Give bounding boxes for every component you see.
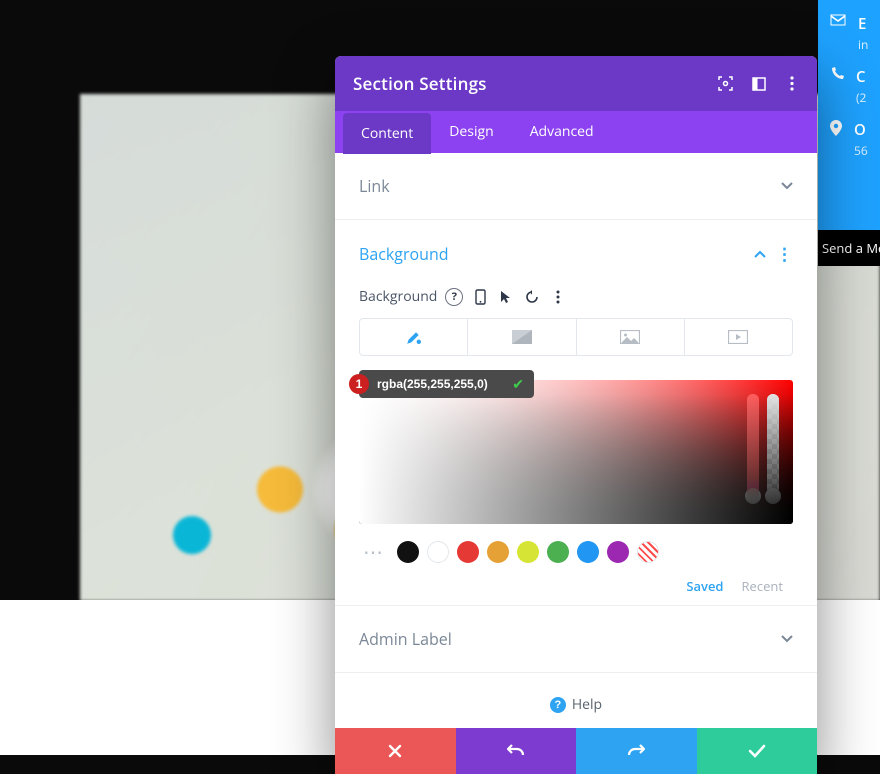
accordion-background: Background ⋮ Background ? — [335, 220, 817, 606]
swatch-transparent[interactable] — [637, 541, 659, 563]
swatch[interactable] — [487, 541, 509, 563]
accordion-admin-label: Admin Label — [335, 606, 817, 673]
cancel-button[interactable] — [335, 728, 456, 774]
accordion-link: Link — [335, 153, 817, 220]
swatch[interactable] — [517, 541, 539, 563]
mini-kebab-icon[interactable] — [549, 288, 567, 306]
accordion-background-header[interactable]: Background ⋮ — [335, 220, 817, 287]
link-title: Link — [359, 175, 390, 197]
color-value-text[interactable]: rgba(255,255,255,0) — [377, 377, 488, 391]
contact-call[interactable]: C (2 — [818, 53, 880, 106]
help-icon: ? — [550, 697, 566, 713]
admin-title: Admin Label — [359, 628, 452, 650]
bg-image-tab[interactable] — [576, 319, 684, 355]
swatch-row: ⋯ — [359, 538, 793, 565]
location-icon — [830, 120, 842, 136]
swatch[interactable] — [577, 541, 599, 563]
tab-advanced[interactable]: Advanced — [512, 111, 612, 153]
background-label: Background — [359, 287, 437, 306]
bg-color-tab[interactable] — [360, 319, 467, 355]
phone-icon — [830, 67, 844, 81]
chevron-down-icon — [781, 635, 793, 643]
call-sub: (2 — [856, 89, 866, 106]
section-settings-modal: Section Settings Content Design Advanced… — [335, 56, 817, 774]
send-message-button[interactable]: Send a Me — [818, 230, 880, 266]
swatch[interactable] — [547, 541, 569, 563]
help-hint-icon[interactable]: ? — [445, 288, 463, 306]
confirm-check-icon[interactable]: ✔ — [512, 375, 524, 394]
background-panel: Background ? 1 rgba(255,255,255,0) — [335, 287, 817, 605]
reset-icon[interactable] — [523, 288, 541, 306]
hue-thumb[interactable] — [745, 488, 761, 504]
bg-video-tab[interactable] — [684, 319, 792, 355]
expand-icon[interactable] — [751, 76, 766, 91]
options-kebab-icon[interactable]: ⋮ — [776, 242, 793, 265]
alpha-slider[interactable] — [767, 394, 779, 499]
background-field-row: Background ? — [359, 287, 793, 306]
modal-body: Link Background ⋮ Background ? — [335, 153, 817, 728]
saved-tab[interactable]: Saved — [686, 577, 723, 595]
contact-email[interactable]: Ein — [818, 0, 880, 53]
redo-button[interactable] — [576, 728, 697, 774]
contact-office[interactable]: O 56 — [818, 106, 880, 159]
save-button[interactable] — [697, 728, 818, 774]
contact-sidebar: Ein C (2 O 56 — [818, 0, 880, 230]
step-badge: 1 — [349, 374, 369, 394]
tab-content[interactable]: Content — [343, 113, 431, 154]
phone-responsive-icon[interactable] — [471, 288, 489, 306]
swatch[interactable] — [397, 541, 419, 563]
tab-design[interactable]: Design — [431, 111, 511, 153]
color-value-pill: 1 rgba(255,255,255,0) ✔ — [359, 370, 534, 398]
email-icon — [830, 14, 846, 26]
chevron-down-icon — [781, 182, 793, 190]
undo-button[interactable] — [456, 728, 577, 774]
modal-title: Section Settings — [353, 72, 487, 95]
color-picker-canvas[interactable] — [359, 380, 793, 524]
tab-bar: Content Design Advanced — [335, 111, 817, 153]
bg-gradient-tab[interactable] — [467, 319, 575, 355]
chevron-up-icon — [754, 250, 766, 258]
hover-cursor-icon[interactable] — [497, 288, 515, 306]
help-link[interactable]: ? Help — [335, 673, 817, 728]
office-label: O — [854, 120, 868, 140]
accordion-admin-header[interactable]: Admin Label — [335, 606, 817, 672]
swatch[interactable] — [457, 541, 479, 563]
email-label: E — [858, 14, 868, 34]
modal-footer — [335, 728, 817, 774]
recent-tab[interactable]: Recent — [742, 577, 783, 595]
background-title: Background — [359, 243, 449, 265]
email-sub: in — [858, 36, 868, 53]
swatch[interactable] — [427, 541, 449, 563]
kebab-icon[interactable] — [784, 76, 799, 91]
help-label: Help — [572, 695, 602, 714]
background-type-tabs — [359, 318, 793, 356]
hue-slider[interactable] — [747, 394, 759, 499]
focus-icon[interactable] — [718, 76, 733, 91]
office-sub: 56 — [854, 142, 868, 159]
call-label: C — [856, 67, 866, 87]
modal-header: Section Settings Content Design Advanced — [335, 56, 817, 153]
accordion-link-header[interactable]: Link — [335, 153, 817, 219]
swatch-more-icon[interactable]: ⋯ — [363, 538, 385, 565]
alpha-thumb[interactable] — [765, 488, 781, 504]
swatch[interactable] — [607, 541, 629, 563]
